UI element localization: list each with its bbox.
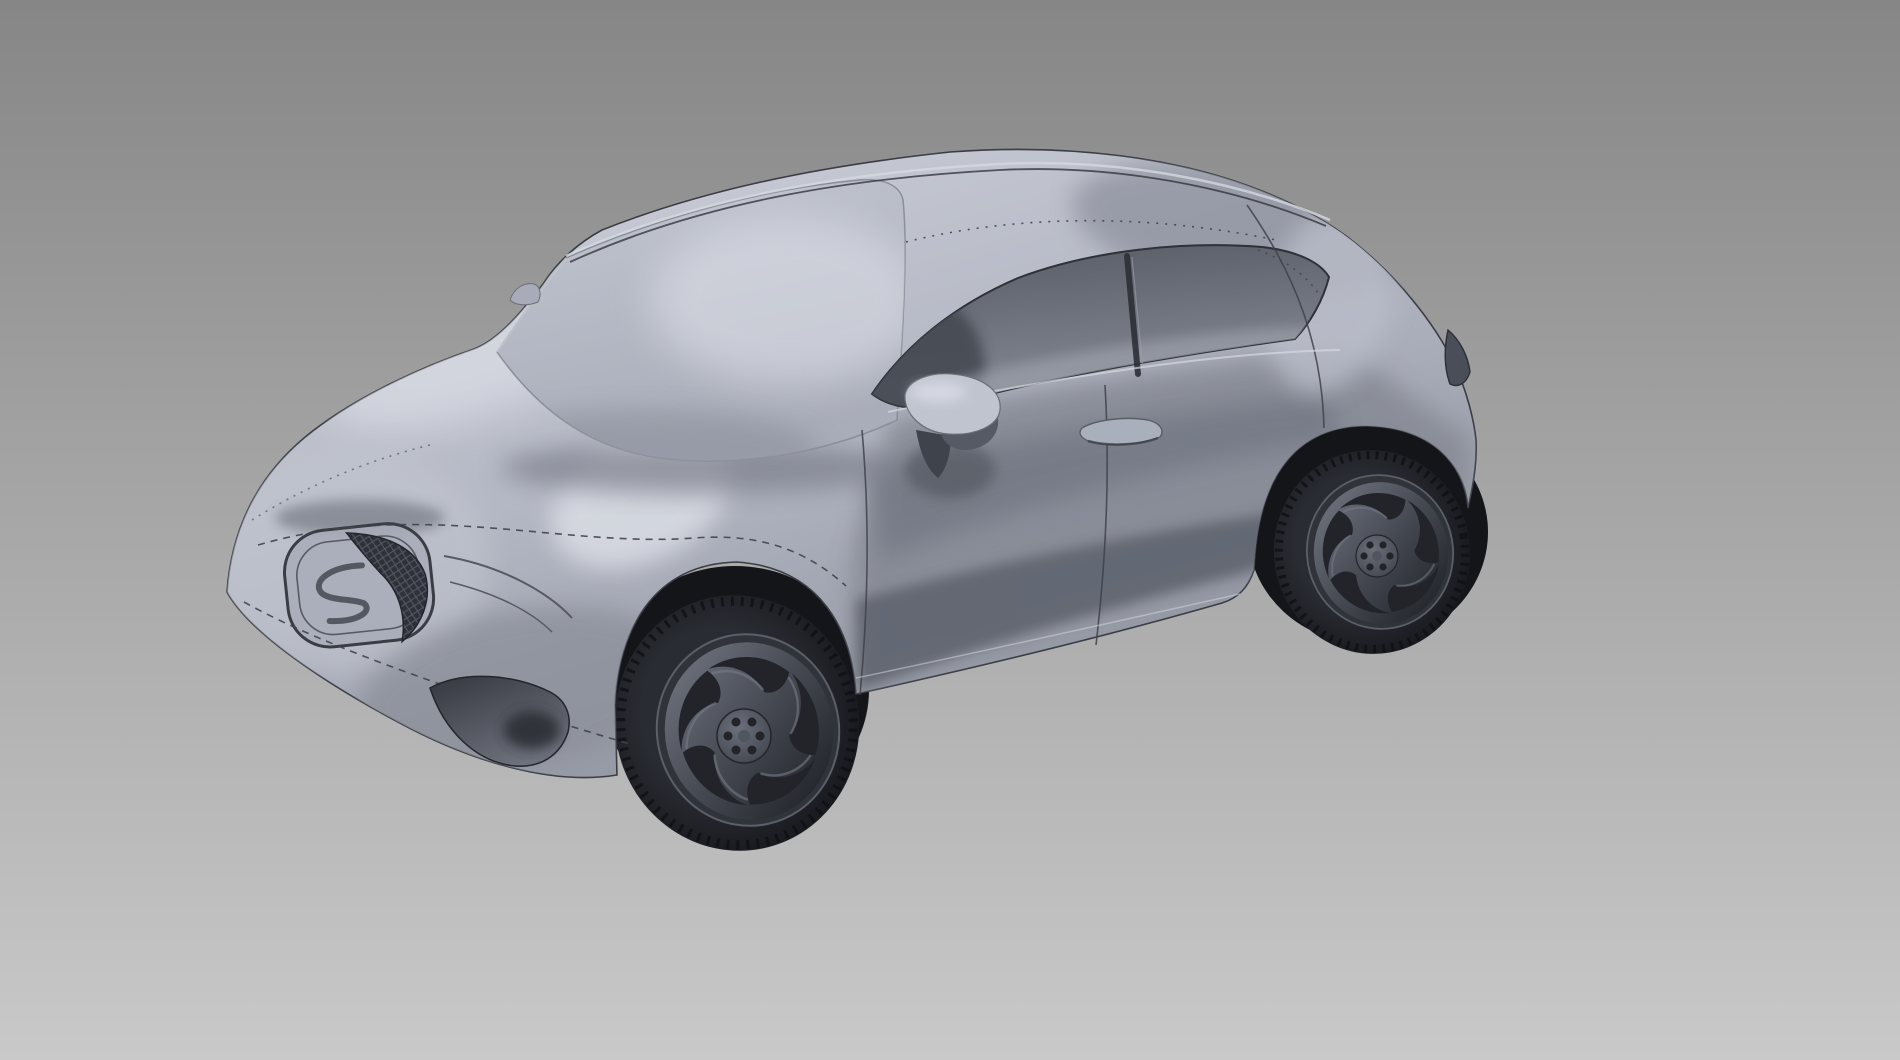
- windshield-highlight: [650, 215, 930, 385]
- lug-nut: [1366, 563, 1373, 570]
- lug-nut: [756, 732, 765, 741]
- lug-nut: [748, 746, 757, 755]
- mirror-highlight: [910, 382, 966, 402]
- intake-pocket: [504, 711, 560, 749]
- lug-nut: [732, 718, 741, 727]
- lug-nut: [1379, 541, 1386, 548]
- lug-nut: [1360, 552, 1367, 559]
- lug-nut: [724, 732, 733, 741]
- hub-cap: [1372, 551, 1382, 561]
- lug-nut: [1386, 552, 1393, 559]
- viewport-3d[interactable]: [0, 0, 1900, 1060]
- render-stage: [0, 0, 1900, 1060]
- hub-cap: [738, 730, 750, 742]
- lug-nut: [732, 746, 741, 755]
- front-grille: [280, 519, 438, 653]
- mirror-cast-shadow: [905, 442, 995, 498]
- lug-nut: [1366, 541, 1373, 548]
- lug-nut: [1379, 563, 1386, 570]
- lug-nut: [748, 718, 757, 727]
